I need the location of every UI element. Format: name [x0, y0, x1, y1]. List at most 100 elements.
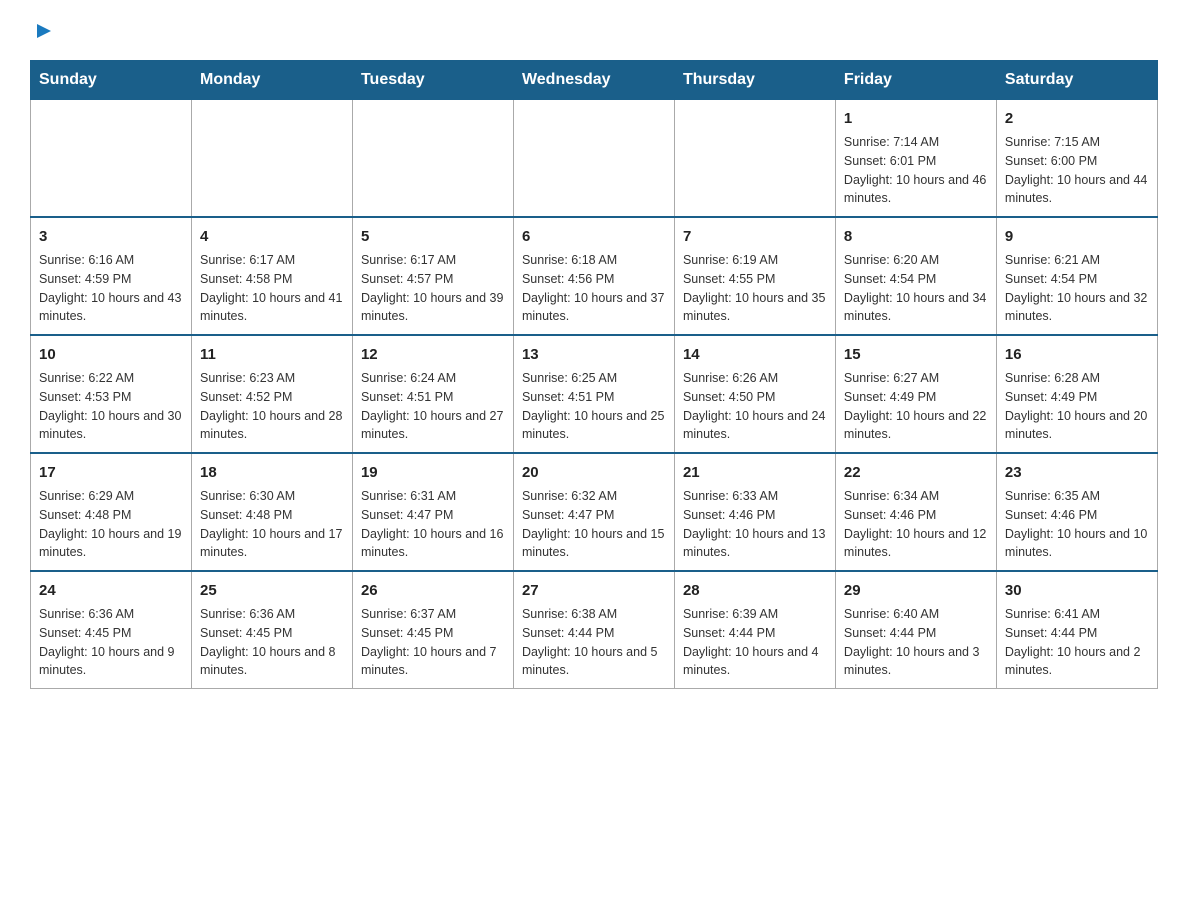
day-number: 11 [200, 344, 344, 365]
day-number: 16 [1005, 344, 1149, 365]
day-info: Sunrise: 6:22 AMSunset: 4:53 PMDaylight:… [39, 369, 183, 444]
day-number: 19 [361, 462, 505, 483]
day-number: 23 [1005, 462, 1149, 483]
calendar-cell: 26 Sunrise: 6:37 AMSunset: 4:45 PMDayligh… [352, 571, 513, 689]
calendar-week-row: 17 Sunrise: 6:29 AMSunset: 4:48 PMDayligh… [31, 453, 1158, 571]
day-number: 27 [522, 580, 666, 601]
calendar-cell: 20Sunrise: 6:32 AMSunset: 4:47 PMDayligh… [513, 453, 674, 571]
day-number: 1 [844, 108, 988, 129]
day-info: Sunrise: 6:20 AMSunset: 4:54 PMDaylight:… [844, 251, 988, 326]
calendar-cell [352, 100, 513, 218]
day-number: 6 [522, 226, 666, 247]
day-number: 18 [200, 462, 344, 483]
day-info: Sunrise: 6:19 AMSunset: 4:55 PMDaylight:… [683, 251, 827, 326]
day-number: 4 [200, 226, 344, 247]
day-info: Sunrise: 6:31 AMSunset: 4:47 PMDaylight:… [361, 487, 505, 562]
calendar-cell: 17 Sunrise: 6:29 AMSunset: 4:48 PMDayligh… [31, 453, 192, 571]
day-info: Sunrise: 6:28 AMSunset: 4:49 PMDaylight:… [1005, 369, 1149, 444]
calendar-cell: 7 Sunrise: 6:19 AMSunset: 4:55 PMDaylight… [674, 217, 835, 335]
calendar-cell: 10 Sunrise: 6:22 AMSunset: 4:53 PMDayligh… [31, 335, 192, 453]
day-number: 14 [683, 344, 827, 365]
calendar-header-tuesday: Tuesday [352, 61, 513, 100]
day-number: 30 [1005, 580, 1149, 601]
calendar-cell: 21 Sunrise: 6:33 AMSunset: 4:46 PMDayligh… [674, 453, 835, 571]
day-info: Sunrise: 6:38 AMSunset: 4:44 PMDaylight:… [522, 605, 666, 680]
calendar-table: SundayMondayTuesdayWednesdayThursdayFrid… [30, 60, 1158, 689]
calendar-cell: 13 Sunrise: 6:25 AMSunset: 4:51 PMDayligh… [513, 335, 674, 453]
day-number: 28 [683, 580, 827, 601]
day-info: Sunrise: 6:29 AMSunset: 4:48 PMDaylight:… [39, 487, 183, 562]
day-info: Sunrise: 6:25 AMSunset: 4:51 PMDaylight:… [522, 369, 666, 444]
calendar-cell: 24 Sunrise: 6:36 AMSunset: 4:45 PMDayligh… [31, 571, 192, 689]
calendar-header-sunday: Sunday [31, 61, 192, 100]
day-number: 10 [39, 344, 183, 365]
calendar-cell: 25Sunrise: 6:36 AMSunset: 4:45 PMDayligh… [191, 571, 352, 689]
day-info: Sunrise: 7:15 AMSunset: 6:00 PMDaylight:… [1005, 133, 1149, 208]
calendar-cell: 30 Sunrise: 6:41 AMSunset: 4:44 PMDayligh… [996, 571, 1157, 689]
day-info: Sunrise: 6:26 AMSunset: 4:50 PMDaylight:… [683, 369, 827, 444]
day-info: Sunrise: 6:36 AMSunset: 4:45 PMDaylight:… [39, 605, 183, 680]
day-info: Sunrise: 6:41 AMSunset: 4:44 PMDaylight:… [1005, 605, 1149, 680]
day-info: Sunrise: 6:18 AMSunset: 4:56 PMDaylight:… [522, 251, 666, 326]
calendar-cell: 8 Sunrise: 6:20 AMSunset: 4:54 PMDaylight… [835, 217, 996, 335]
calendar-cell: 12 Sunrise: 6:24 AMSunset: 4:51 PMDayligh… [352, 335, 513, 453]
calendar-cell: 2 Sunrise: 7:15 AMSunset: 6:00 PMDaylight… [996, 100, 1157, 218]
calendar-cell [513, 100, 674, 218]
day-info: Sunrise: 6:35 AMSunset: 4:46 PMDaylight:… [1005, 487, 1149, 562]
day-info: Sunrise: 6:21 AMSunset: 4:54 PMDaylight:… [1005, 251, 1149, 326]
day-info: Sunrise: 6:30 AMSunset: 4:48 PMDaylight:… [200, 487, 344, 562]
calendar-header-saturday: Saturday [996, 61, 1157, 100]
day-info: Sunrise: 6:37 AMSunset: 4:45 PMDaylight:… [361, 605, 505, 680]
day-info: Sunrise: 7:14 AMSunset: 6:01 PMDaylight:… [844, 133, 988, 208]
calendar-cell: 28Sunrise: 6:39 AMSunset: 4:44 PMDayligh… [674, 571, 835, 689]
day-info: Sunrise: 6:34 AMSunset: 4:46 PMDaylight:… [844, 487, 988, 562]
calendar-header-thursday: Thursday [674, 61, 835, 100]
day-info: Sunrise: 6:40 AMSunset: 4:44 PMDaylight:… [844, 605, 988, 680]
calendar-cell: 11 Sunrise: 6:23 AMSunset: 4:52 PMDayligh… [191, 335, 352, 453]
calendar-cell: 4 Sunrise: 6:17 AMSunset: 4:58 PMDaylight… [191, 217, 352, 335]
calendar-cell: 18 Sunrise: 6:30 AMSunset: 4:48 PMDayligh… [191, 453, 352, 571]
day-number: 7 [683, 226, 827, 247]
day-number: 24 [39, 580, 183, 601]
day-info: Sunrise: 6:17 AMSunset: 4:57 PMDaylight:… [361, 251, 505, 326]
day-number: 12 [361, 344, 505, 365]
day-number: 22 [844, 462, 988, 483]
day-number: 9 [1005, 226, 1149, 247]
calendar-cell [674, 100, 835, 218]
day-number: 8 [844, 226, 988, 247]
calendar-cell: 23 Sunrise: 6:35 AMSunset: 4:46 PMDayligh… [996, 453, 1157, 571]
day-info: Sunrise: 6:36 AMSunset: 4:45 PMDaylight:… [200, 605, 344, 680]
calendar-header-row: SundayMondayTuesdayWednesdayThursdayFrid… [31, 61, 1158, 100]
calendar-header-friday: Friday [835, 61, 996, 100]
day-number: 29 [844, 580, 988, 601]
calendar-cell: 14 Sunrise: 6:26 AMSunset: 4:50 PMDayligh… [674, 335, 835, 453]
calendar-cell: 15Sunrise: 6:27 AMSunset: 4:49 PMDayligh… [835, 335, 996, 453]
calendar-cell: 3Sunrise: 6:16 AMSunset: 4:59 PMDaylight… [31, 217, 192, 335]
calendar-cell: 29 Sunrise: 6:40 AMSunset: 4:44 PMDayligh… [835, 571, 996, 689]
day-number: 21 [683, 462, 827, 483]
day-info: Sunrise: 6:17 AMSunset: 4:58 PMDaylight:… [200, 251, 344, 326]
calendar-cell: 16 Sunrise: 6:28 AMSunset: 4:49 PMDayligh… [996, 335, 1157, 453]
calendar-cell [191, 100, 352, 218]
day-info: Sunrise: 6:24 AMSunset: 4:51 PMDaylight:… [361, 369, 505, 444]
calendar-week-row: 3Sunrise: 6:16 AMSunset: 4:59 PMDaylight… [31, 217, 1158, 335]
calendar-cell: 9 Sunrise: 6:21 AMSunset: 4:54 PMDaylight… [996, 217, 1157, 335]
calendar-cell: 19 Sunrise: 6:31 AMSunset: 4:47 PMDayligh… [352, 453, 513, 571]
day-number: 26 [361, 580, 505, 601]
day-number: 15 [844, 344, 988, 365]
calendar-week-row: 1 Sunrise: 7:14 AMSunset: 6:01 PMDaylight… [31, 100, 1158, 218]
day-info: Sunrise: 6:23 AMSunset: 4:52 PMDaylight:… [200, 369, 344, 444]
day-number: 17 [39, 462, 183, 483]
day-info: Sunrise: 6:33 AMSunset: 4:46 PMDaylight:… [683, 487, 827, 562]
calendar-cell: 5 Sunrise: 6:17 AMSunset: 4:57 PMDaylight… [352, 217, 513, 335]
calendar-week-row: 10 Sunrise: 6:22 AMSunset: 4:53 PMDayligh… [31, 335, 1158, 453]
day-number: 13 [522, 344, 666, 365]
day-number: 2 [1005, 108, 1149, 129]
calendar-cell [31, 100, 192, 218]
calendar-cell: 27 Sunrise: 6:38 AMSunset: 4:44 PMDayligh… [513, 571, 674, 689]
calendar-cell: 6 Sunrise: 6:18 AMSunset: 4:56 PMDaylight… [513, 217, 674, 335]
day-number: 5 [361, 226, 505, 247]
page-header [30, 20, 1158, 42]
calendar-cell: 1 Sunrise: 7:14 AMSunset: 6:01 PMDaylight… [835, 100, 996, 218]
logo [30, 20, 55, 42]
